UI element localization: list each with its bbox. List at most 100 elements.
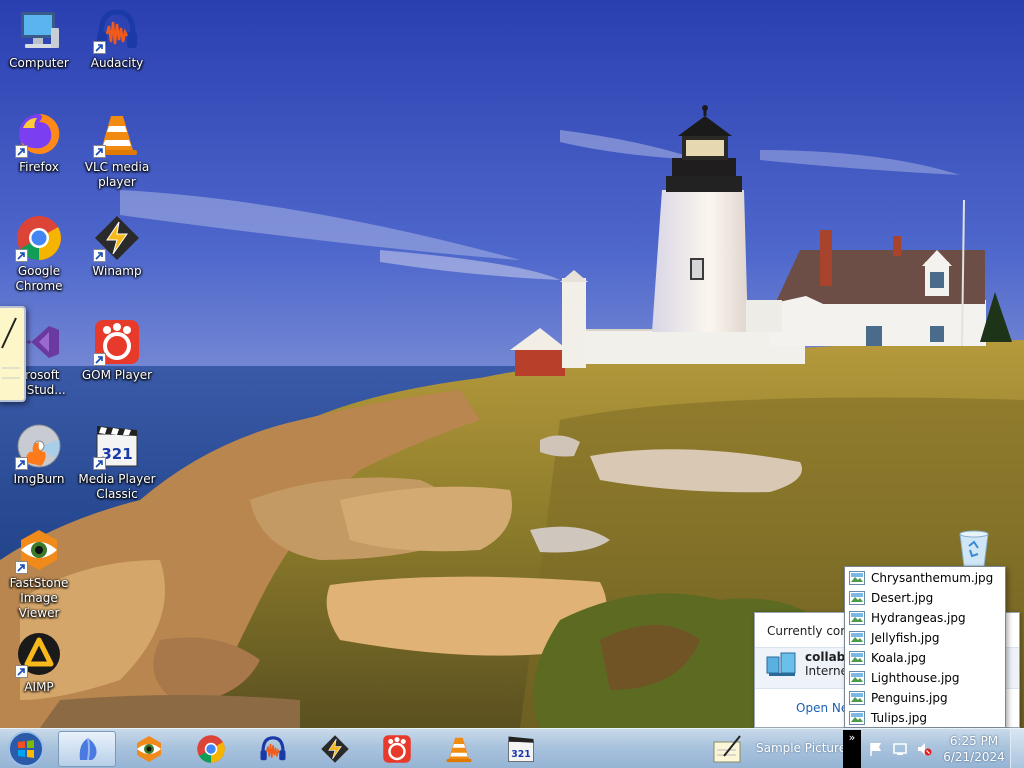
desktop-icon-label: ImgBurn bbox=[13, 472, 65, 486]
chrome-icon bbox=[197, 735, 225, 763]
shortcut-arrow-icon bbox=[93, 41, 106, 54]
shortcut-arrow-icon bbox=[15, 457, 28, 470]
shortcut-arrow-icon bbox=[15, 561, 28, 574]
image-file-icon bbox=[849, 671, 865, 685]
desktop-icon-gom-player[interactable]: GOM Player bbox=[78, 318, 156, 383]
desktop-icon-imgburn[interactable]: ImgBurn bbox=[0, 422, 78, 487]
network-tray-icon[interactable] bbox=[892, 741, 908, 757]
firefox-icon bbox=[15, 110, 63, 158]
file-name: Penguins.jpg bbox=[871, 691, 948, 705]
desktop-icon-media-player-classic[interactable]: 321 Media Player Classic bbox=[78, 422, 156, 502]
sample-pictures-toolbar-label[interactable]: Sample Pictures bbox=[756, 741, 852, 755]
network-icon bbox=[766, 652, 796, 676]
computer-icon bbox=[15, 6, 63, 54]
clock-date: 6/21/2024 bbox=[943, 750, 1005, 764]
file-name: Lighthouse.jpg bbox=[871, 671, 960, 685]
desktop-icon-label: GOM Player bbox=[81, 368, 153, 382]
file-name: Desert.jpg bbox=[871, 591, 934, 605]
taskbar-button-winamp[interactable] bbox=[306, 731, 364, 767]
menu-item-file[interactable]: Jellyfish.jpg bbox=[845, 628, 1005, 648]
taskbar-button-faststone[interactable] bbox=[120, 731, 178, 767]
aimp-icon bbox=[15, 630, 63, 678]
recycle-bin-icon[interactable] bbox=[956, 528, 992, 568]
shortcut-arrow-icon bbox=[93, 249, 106, 262]
image-file-icon bbox=[849, 591, 865, 605]
image-file-icon bbox=[849, 691, 865, 705]
desktop-icon-aimp[interactable]: AIMP bbox=[0, 630, 78, 695]
image-file-icon bbox=[849, 611, 865, 625]
flag-icon[interactable] bbox=[868, 741, 884, 757]
shortcut-arrow-icon bbox=[15, 665, 28, 678]
desktop-icon-label: Firefox bbox=[19, 160, 59, 174]
audacity-icon bbox=[93, 6, 141, 54]
audacity-icon bbox=[260, 736, 286, 761]
show-desktop-button[interactable] bbox=[1010, 729, 1024, 768]
imgburn-disc-icon bbox=[15, 422, 63, 470]
open-network-center-link[interactable]: Open Ne bbox=[796, 701, 848, 715]
file-name: Chrysanthemum.jpg bbox=[871, 571, 994, 585]
taskbar-button-gom-player[interactable] bbox=[368, 731, 426, 767]
file-name: Tulips.jpg bbox=[871, 711, 928, 725]
svg-text:321: 321 bbox=[511, 749, 531, 760]
menu-item-file[interactable]: Desert.jpg bbox=[845, 588, 1005, 608]
taskbar-button-media-player-classic[interactable]: 321 bbox=[492, 731, 550, 767]
sample-pictures-menu: Chrysanthemum.jpg Desert.jpg Hydrangeas.… bbox=[844, 566, 1006, 728]
desktop-icon-google-chrome[interactable]: Google Chrome bbox=[0, 214, 78, 294]
desktop-icon-label: Google Chrome bbox=[15, 264, 63, 293]
media-player-classic-icon: 321 bbox=[93, 422, 141, 470]
image-file-icon bbox=[849, 571, 865, 585]
taskbar-button-chrome[interactable] bbox=[182, 731, 240, 767]
winamp-icon bbox=[321, 735, 349, 763]
desktop-icon-audacity[interactable]: Audacity bbox=[78, 6, 156, 71]
start-button-icon[interactable] bbox=[4, 730, 48, 768]
desktop-icon-winamp[interactable]: Winamp bbox=[78, 214, 156, 279]
toolbar-chevron-button[interactable]: » bbox=[843, 730, 861, 768]
svg-text:321: 321 bbox=[101, 445, 132, 463]
desktop-icon-faststone[interactable]: FastStone Image Viewer bbox=[0, 526, 78, 621]
desktop-icon-computer[interactable]: Computer bbox=[0, 6, 78, 71]
shortcut-arrow-icon bbox=[93, 353, 106, 366]
media-player-classic-icon: 321 bbox=[508, 736, 534, 762]
gom-player-icon bbox=[383, 735, 411, 763]
desktop-icon-label: FastStone Image Viewer bbox=[9, 576, 69, 620]
desktop-icon-firefox[interactable]: Firefox bbox=[0, 110, 78, 175]
shortcut-arrow-icon bbox=[15, 249, 28, 262]
notepad-pen-icon[interactable] bbox=[712, 734, 744, 764]
network-access: Interne bbox=[805, 664, 848, 678]
taskbar-button-active-window[interactable] bbox=[58, 731, 116, 767]
desktop-icon-label: Computer bbox=[9, 56, 69, 70]
volume-muted-icon[interactable] bbox=[916, 741, 932, 757]
file-name: Hydrangeas.jpg bbox=[871, 611, 966, 625]
menu-item-file[interactable]: Chrysanthemum.jpg bbox=[845, 568, 1005, 588]
taskbar: 321 Sample Pictures » 6:25 PM 6/21/2024 bbox=[0, 728, 1024, 768]
shortcut-arrow-icon bbox=[93, 457, 106, 470]
desktop-icon-label: Winamp bbox=[92, 264, 142, 278]
vlc-cone-icon bbox=[93, 110, 141, 158]
file-name: Koala.jpg bbox=[871, 651, 927, 665]
shortcut-arrow-icon bbox=[93, 145, 106, 158]
taskbar-button-audacity[interactable] bbox=[244, 731, 302, 767]
gom-player-icon bbox=[93, 318, 141, 366]
faststone-eye-icon bbox=[15, 526, 63, 574]
desktop-icon-label: Media Player Classic bbox=[78, 472, 156, 501]
file-name: Jellyfish.jpg bbox=[871, 631, 940, 645]
menu-item-file[interactable]: Hydrangeas.jpg bbox=[845, 608, 1005, 628]
image-file-icon bbox=[849, 711, 865, 725]
network-header: Currently conn bbox=[767, 624, 856, 638]
desktop-icon-label: AIMP bbox=[24, 680, 54, 694]
desktop-icon-label: VLC media player bbox=[84, 160, 150, 189]
shortcut-arrow-icon bbox=[15, 145, 28, 158]
peeking-window[interactable] bbox=[0, 306, 26, 402]
menu-item-file[interactable]: Koala.jpg bbox=[845, 648, 1005, 668]
desktop-icon-vlc[interactable]: VLC media player bbox=[78, 110, 156, 190]
menu-item-file[interactable]: Tulips.jpg bbox=[845, 708, 1005, 728]
menu-item-file[interactable]: Lighthouse.jpg bbox=[845, 668, 1005, 688]
image-file-icon bbox=[849, 631, 865, 645]
winamp-icon bbox=[93, 214, 141, 262]
taskbar-button-vlc[interactable] bbox=[430, 731, 488, 767]
menu-item-file[interactable]: Penguins.jpg bbox=[845, 688, 1005, 708]
vlc-cone-icon bbox=[446, 737, 472, 763]
desktop-icon-label: Audacity bbox=[90, 56, 144, 70]
system-clock[interactable]: 6:25 PM 6/21/2024 bbox=[940, 733, 1008, 765]
chrome-icon bbox=[15, 214, 63, 262]
